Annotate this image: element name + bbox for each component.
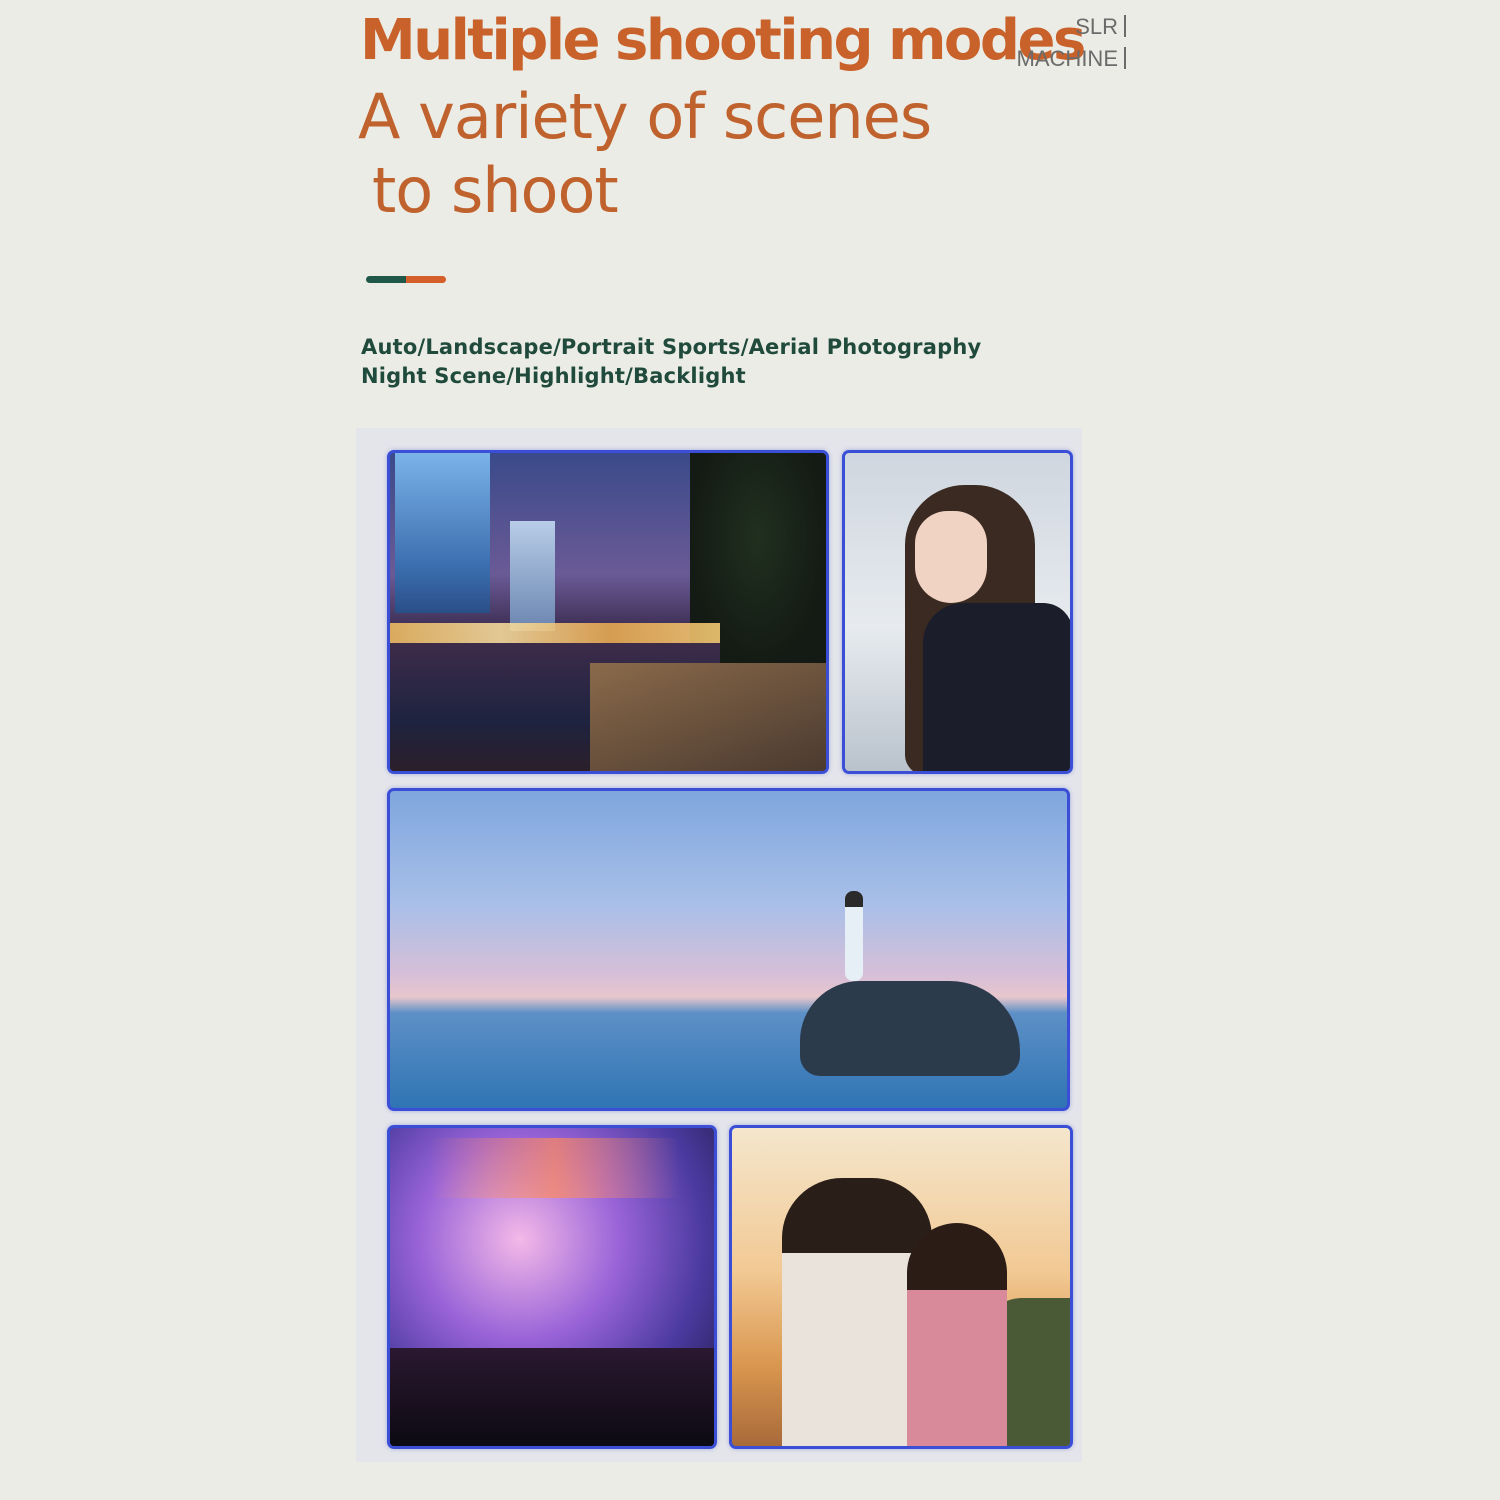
page-title: Multiple shooting modes [360, 8, 1086, 73]
subtitle-line-2: to shoot [372, 154, 619, 227]
modes-line-1: Auto/Landscape/Portrait Sports/Aerial Ph… [361, 335, 982, 359]
modes-line-2: Night Scene/Highlight/Backlight [361, 364, 746, 388]
portrait-photo [842, 450, 1073, 774]
accent-divider [366, 276, 446, 283]
tag-machine: MACHINE [1017, 46, 1126, 72]
concert-photo [387, 1125, 717, 1449]
subtitle-line-1: A variety of scenes [358, 80, 932, 153]
seascape-photo [387, 788, 1070, 1111]
tag-slr: SLR [1075, 14, 1126, 40]
couple-sunset-photo [729, 1125, 1073, 1449]
night-city-photo [387, 450, 829, 774]
